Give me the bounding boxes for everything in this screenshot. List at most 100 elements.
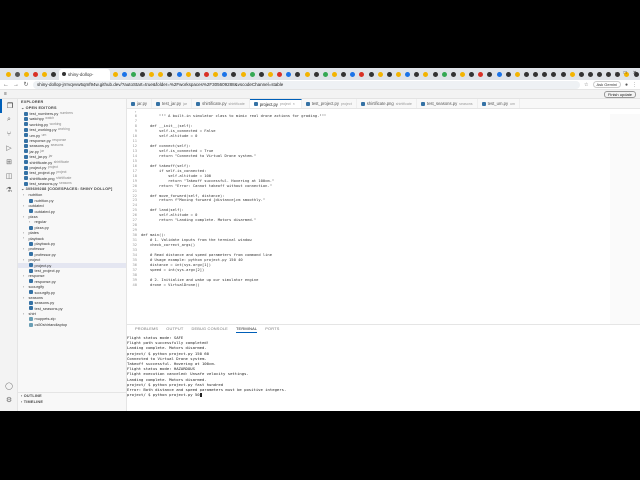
finish-update-button[interactable]: Finish update [603, 90, 636, 98]
browser-tab[interactable] [148, 70, 156, 79]
browser-tab[interactable] [559, 70, 567, 79]
editor-tab[interactable]: shirtificate.png shirtificate [357, 99, 417, 108]
browser-tab[interactable] [138, 70, 146, 79]
browser-tab[interactable] [340, 70, 348, 79]
browser-tab[interactable] [568, 70, 576, 79]
editor-tab[interactable]: test_um.py um [478, 99, 521, 108]
browser-tab[interactable] [212, 70, 220, 79]
run-debug-icon[interactable]: ▷ [0, 141, 18, 155]
browser-tab[interactable] [477, 70, 485, 79]
search-icon[interactable]: ⌕ [0, 113, 18, 127]
browser-tab[interactable] [193, 70, 201, 79]
settings-gear-icon[interactable]: ⚙ [0, 393, 18, 407]
browser-tab[interactable] [4, 70, 12, 79]
browser-tab[interactable] [303, 70, 311, 79]
editor-tab[interactable]: test_jar.py jar [152, 99, 193, 108]
editor-tab[interactable]: jar.py [127, 99, 153, 108]
browser-tab[interactable] [431, 70, 439, 79]
browser-tab[interactable] [440, 70, 448, 79]
editor-tab[interactable]: test_seasons.py seasons [417, 99, 478, 108]
maximize-icon[interactable]: □ [624, 70, 627, 76]
profile-icon[interactable]: ● [625, 82, 628, 88]
minimize-icon[interactable]: – [615, 70, 618, 76]
browser-tab[interactable] [266, 70, 274, 79]
testing-icon[interactable]: ⚗ [0, 183, 18, 197]
browser-tab[interactable] [586, 70, 594, 79]
browser-tab[interactable] [458, 70, 466, 79]
browser-tab[interactable] [550, 70, 558, 79]
browser-tab-active[interactable]: shiny-dollop- [58, 68, 111, 80]
reload-icon[interactable]: ↻ [23, 81, 29, 88]
account-icon[interactable]: ◯ [0, 379, 18, 393]
browser-tab[interactable] [285, 70, 293, 79]
browser-tab[interactable] [605, 70, 613, 79]
browser-tab[interactable] [468, 70, 476, 79]
close-icon[interactable]: × [293, 102, 297, 106]
browser-tab[interactable] [257, 70, 265, 79]
editor-tab[interactable]: shirtificate.py shirtificate [192, 99, 250, 108]
browser-tab[interactable] [239, 70, 247, 79]
browser-tab[interactable] [129, 70, 137, 79]
browser-tab[interactable] [120, 70, 128, 79]
browser-tab[interactable] [486, 70, 494, 79]
browser-tab[interactable] [577, 70, 585, 79]
browser-tab[interactable] [413, 70, 421, 79]
panel-tab[interactable]: TERMINAL [235, 325, 258, 333]
browser-tab[interactable] [522, 70, 530, 79]
browser-tab[interactable] [422, 70, 430, 79]
browser-tab[interactable] [532, 70, 540, 79]
browser-tab[interactable] [404, 70, 412, 79]
forward-icon[interactable]: → [13, 82, 19, 88]
browser-tab[interactable] [367, 70, 375, 79]
browser-tab[interactable] [184, 70, 192, 79]
browser-tab[interactable] [385, 70, 393, 79]
browser-tab[interactable] [50, 70, 58, 79]
browser-tab[interactable] [111, 70, 119, 79]
browser-tab[interactable] [276, 70, 284, 79]
back-icon[interactable]: ← [3, 82, 9, 88]
panel-tab[interactable]: PROBLEMS [135, 325, 158, 333]
editor-tab[interactable]: test_project.py project [302, 99, 357, 108]
browser-tab[interactable] [294, 70, 302, 79]
browser-tab[interactable] [330, 70, 338, 79]
browser-tab[interactable] [495, 70, 503, 79]
source-control-icon[interactable]: ⑂ [0, 127, 18, 141]
ask-gemini-button[interactable]: Ask Gemini [592, 81, 621, 88]
star-icon[interactable]: ☆ [584, 82, 588, 88]
browser-tab[interactable] [41, 70, 49, 79]
panel-tab[interactable]: PORTS [265, 325, 279, 333]
address-bar[interactable]: shiny-dollop-jrrrvqvvw5qmf94w.github.dev… [33, 80, 581, 89]
browser-tab[interactable] [349, 70, 357, 79]
hamburger-icon[interactable]: ≡ [4, 91, 7, 97]
browser-tab[interactable] [166, 70, 174, 79]
browser-tab[interactable] [175, 70, 183, 79]
menu-icon[interactable]: ⋮ [632, 82, 637, 88]
minimap[interactable] [610, 114, 640, 324]
explorer-icon[interactable]: ❐ [0, 99, 18, 113]
remote-explorer-icon[interactable]: ◫ [0, 169, 18, 183]
browser-tab[interactable] [358, 70, 366, 79]
panel-tab[interactable]: DEBUG CONSOLE [191, 325, 228, 333]
editor-tab[interactable]: project.py project × [249, 99, 302, 108]
browser-tab[interactable] [449, 70, 457, 79]
browser-tab[interactable] [513, 70, 521, 79]
close-icon[interactable]: ✕ [633, 70, 637, 76]
extensions-icon[interactable]: ⊞ [0, 155, 18, 169]
browser-tab[interactable] [248, 70, 256, 79]
browser-tab[interactable] [394, 70, 402, 79]
file-item[interactable]: cs50shirtandlaptop [18, 322, 126, 327]
panel-tab[interactable]: OUTPUT [166, 325, 183, 333]
code-editor[interactable]: 6 """ A built-in simulator class to mimi… [127, 114, 640, 324]
browser-tab[interactable] [312, 70, 320, 79]
browser-tab[interactable] [13, 70, 21, 79]
browser-tab[interactable] [504, 70, 512, 79]
browser-tab[interactable] [230, 70, 238, 79]
browser-tab[interactable] [541, 70, 549, 79]
browser-tab[interactable] [376, 70, 384, 79]
browser-tab[interactable] [202, 70, 210, 79]
browser-tab[interactable] [157, 70, 165, 79]
browser-tab[interactable] [22, 70, 30, 79]
browser-tab[interactable] [221, 70, 229, 79]
browser-tab[interactable] [321, 70, 329, 79]
terminal[interactable]: Flight status mode: SAFE Flight path succ… [127, 333, 640, 398]
